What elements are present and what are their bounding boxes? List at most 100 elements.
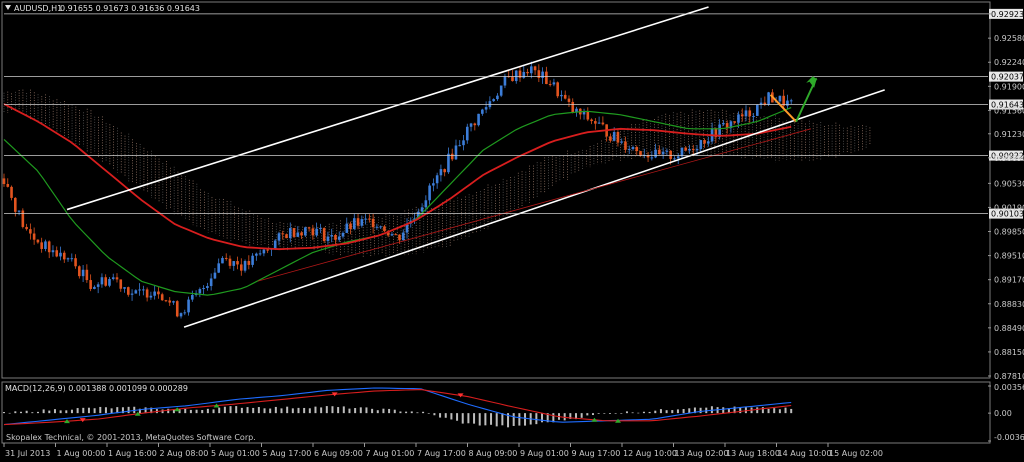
macd-histogram-bar: [444, 413, 447, 418]
candle-body: [55, 250, 59, 257]
candle-body: [650, 157, 654, 159]
macd-histogram-bar: [512, 413, 515, 426]
candle-body: [10, 186, 13, 198]
candle-body: [296, 232, 300, 237]
candle-body: [232, 261, 236, 266]
candle-body: [454, 145, 458, 160]
price-tag-text: 0.92923: [991, 10, 1024, 19]
candle-body: [401, 232, 405, 241]
macd-histogram-bar: [371, 408, 374, 414]
y-tick-label: 0.92240: [994, 58, 1024, 67]
chart-window[interactable]: AUDUSD,H1 0.91655 0.91673 0.91636 0.9164…: [0, 0, 1024, 462]
candle-body: [356, 218, 360, 226]
candle-body: [334, 234, 337, 240]
candle-body: [639, 151, 642, 156]
macd-histogram-bar: [467, 413, 470, 424]
x-tick-label: 8 Aug 09:00: [469, 449, 518, 458]
candle-body: [273, 240, 277, 249]
candle-body: [168, 300, 172, 303]
y-tick-label: 0.88490: [994, 324, 1024, 333]
macd-histogram-bar: [642, 411, 645, 414]
macd-histogram-bar: [189, 409, 192, 414]
macd-histogram-bar: [676, 409, 679, 414]
candle-body: [703, 140, 706, 144]
candle-body: [740, 114, 744, 117]
candle-body: [187, 299, 190, 313]
macd-histogram-bar: [53, 409, 56, 414]
macd-histogram-bar: [342, 406, 345, 414]
candle-body: [138, 289, 141, 291]
candle-body: [665, 150, 669, 152]
candle-body: [620, 141, 624, 143]
candle-body: [326, 236, 330, 241]
macd-histogram-bar: [388, 408, 391, 414]
macd-histogram-bar: [110, 408, 113, 414]
macd-histogram-bar: [48, 410, 51, 414]
candle-body: [81, 269, 85, 277]
macd-histogram-bar: [484, 413, 487, 426]
candle-body: [285, 234, 288, 239]
candle-body: [737, 114, 740, 123]
candle-body: [484, 107, 488, 110]
macd-histogram-bar: [87, 407, 90, 414]
macd-histogram-bar: [303, 407, 306, 414]
macd-histogram-bar: [456, 413, 459, 421]
candle-body: [432, 183, 435, 186]
candle-body: [213, 272, 217, 279]
candle-body: [349, 223, 352, 229]
y-tick-label: 0.89510: [994, 252, 1024, 261]
candle-body: [157, 291, 160, 295]
macd-histogram-bar: [682, 408, 685, 414]
candle-body: [684, 147, 688, 151]
macd-histogram-bar: [14, 411, 17, 414]
y-tick-label: 0.90190: [994, 203, 1024, 212]
candle-body: [172, 301, 175, 303]
candle-body: [499, 85, 503, 96]
candle-body: [360, 219, 364, 226]
x-tick-label: 13 Aug 02:00: [675, 449, 729, 458]
candle-body: [277, 233, 281, 241]
candle-body: [304, 227, 307, 236]
macd-histogram-bar: [223, 406, 226, 414]
candle-body: [375, 226, 379, 228]
macd-histogram-bar: [269, 408, 272, 414]
macd-histogram-bar: [280, 408, 283, 414]
macd-histogram-bar: [416, 412, 419, 414]
macd-histogram-bar: [257, 407, 260, 414]
macd-histogram-bar: [614, 413, 617, 414]
candle-body: [288, 228, 292, 239]
macd-histogram-bar: [608, 413, 611, 414]
candle-body: [255, 253, 258, 256]
symbol-label: AUDUSD,H1: [14, 4, 62, 13]
candle-body: [51, 250, 55, 253]
candle-body: [89, 280, 92, 289]
x-tick-label: 7 Aug 17:00: [417, 449, 466, 458]
candle-body: [209, 278, 213, 287]
macd-histogram-bar: [19, 411, 22, 414]
x-tick-label: 2 Aug 08:00: [160, 449, 209, 458]
macd-histogram-bar: [433, 413, 436, 416]
candle-body: [477, 113, 480, 126]
candle-body: [311, 228, 315, 236]
candle-body: [206, 286, 209, 289]
candle-body: [315, 228, 318, 236]
macd-histogram-bar: [314, 406, 317, 414]
macd-histogram-bar: [654, 410, 657, 414]
macd-histogram-bar: [603, 413, 606, 414]
candle-body: [330, 234, 333, 237]
x-tick-label: 14 Aug 10:00: [778, 449, 832, 458]
candle-body: [563, 94, 567, 99]
macd-histogram-bar: [591, 413, 594, 416]
copyright-notice: Skopalex Technical, © 2001-2013, MetaQuo…: [6, 433, 256, 442]
candle-body: [85, 269, 89, 281]
macd-histogram-bar: [286, 406, 289, 414]
macd-histogram-bar: [365, 407, 368, 414]
macd-histogram-bar: [8, 412, 11, 414]
candle-body: [420, 207, 424, 212]
candle-body: [601, 122, 605, 125]
y-tick-label: 0.91560: [994, 106, 1024, 115]
macd-histogram-bar: [167, 408, 170, 414]
macd-histogram-bar: [297, 407, 300, 414]
candle-body: [247, 261, 251, 265]
macd-histogram-bar: [524, 413, 527, 426]
